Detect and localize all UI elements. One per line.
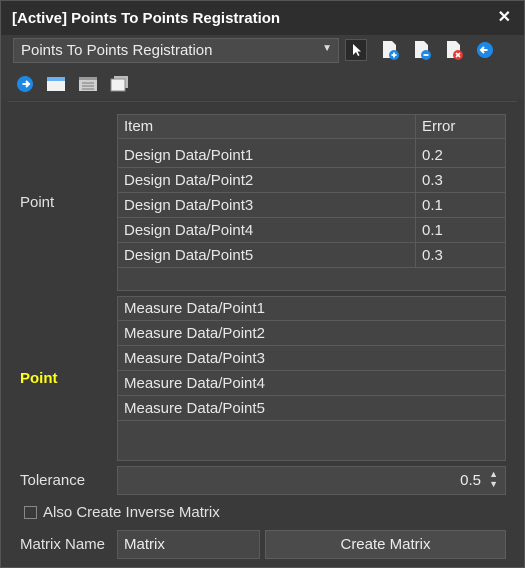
row-error: 0.2 — [422, 147, 443, 164]
mode-dropdown[interactable]: Points To Points Registration ▼ — [13, 38, 339, 63]
matrix-name-input[interactable]: Matrix — [117, 530, 260, 559]
list-item-label: Measure Data/Point4 — [124, 375, 265, 392]
list-item[interactable]: Measure Data/Point2 — [118, 322, 505, 346]
inverse-matrix-checkbox[interactable] — [24, 506, 37, 519]
title-bar: [Active] Points To Points Registration ✕ — [1, 1, 524, 35]
measure-point-label: Point — [20, 370, 58, 387]
matrix-name-value: Matrix — [124, 536, 165, 553]
column-header-item: Item — [124, 118, 154, 135]
table-header: Item Error — [118, 115, 505, 139]
matrix-name-label: Matrix Name — [20, 536, 106, 553]
column-header-error: Error — [422, 118, 456, 135]
pointer-icon[interactable] — [345, 39, 367, 61]
remove-document-icon[interactable] — [411, 39, 433, 61]
row-error: 0.3 — [422, 247, 443, 264]
tolerance-label: Tolerance — [20, 472, 86, 489]
row-error: 0.1 — [422, 197, 443, 214]
table-row[interactable]: Design Data/Point5 0.3 — [118, 244, 505, 268]
arrow-left-icon[interactable] — [475, 40, 497, 62]
registration-panel: [Active] Points To Points Registration ✕… — [0, 0, 525, 568]
chevron-down-icon: ▼ — [322, 43, 332, 54]
design-points-table: Item Error Design Data/Point1 0.2 Design… — [117, 114, 506, 291]
arrow-right-icon[interactable] — [15, 74, 37, 96]
row-error: 0.1 — [422, 222, 443, 239]
copy-window-icon[interactable] — [108, 74, 130, 96]
row-item: Design Data/Point4 — [124, 222, 254, 239]
add-document-icon[interactable] — [379, 39, 401, 61]
window-icon[interactable] — [45, 74, 67, 96]
point-label: Point — [20, 194, 55, 211]
table-row[interactable]: Design Data/Point3 0.1 — [118, 194, 505, 218]
row-item: Design Data/Point2 — [124, 172, 254, 189]
list-item[interactable]: Measure Data/Point4 — [118, 372, 505, 396]
table-row[interactable]: Design Data/Point2 0.3 — [118, 169, 505, 193]
create-matrix-button[interactable]: Create Matrix — [265, 530, 506, 559]
row-error: 0.3 — [422, 172, 443, 189]
list-item-label: Measure Data/Point1 — [124, 300, 265, 317]
tolerance-spinner[interactable]: 0.5 ▲ ▼ — [117, 466, 506, 495]
table-row[interactable]: Design Data/Point4 0.1 — [118, 219, 505, 243]
list-item-label: Measure Data/Point3 — [124, 350, 265, 367]
close-icon[interactable]: ✕ — [498, 7, 511, 27]
list-item[interactable]: Measure Data/Point3 — [118, 347, 505, 371]
row-item: Design Data/Point1 — [124, 147, 254, 164]
list-item-label: Measure Data/Point2 — [124, 325, 265, 342]
list-item[interactable]: Measure Data/Point5 — [118, 397, 505, 421]
list-item[interactable]: Measure Data/Point1 — [118, 297, 505, 321]
measure-points-list: Measure Data/Point1 Measure Data/Point2 … — [117, 296, 506, 461]
tolerance-value: 0.5 — [460, 472, 481, 489]
column-divider — [415, 115, 416, 268]
spinner-arrows-icon[interactable]: ▲ ▼ — [489, 469, 498, 489]
delete-document-icon[interactable] — [443, 39, 465, 61]
row-item: Design Data/Point3 — [124, 197, 254, 214]
list-window-icon[interactable] — [77, 74, 99, 96]
inverse-matrix-label: Also Create Inverse Matrix — [43, 504, 220, 521]
row-item: Design Data/Point5 — [124, 247, 254, 264]
list-item-label: Measure Data/Point5 — [124, 400, 265, 417]
window-title: [Active] Points To Points Registration — [12, 10, 281, 27]
mode-dropdown-value: Points To Points Registration — [21, 42, 213, 59]
table-row[interactable]: Design Data/Point1 0.2 — [118, 144, 505, 168]
